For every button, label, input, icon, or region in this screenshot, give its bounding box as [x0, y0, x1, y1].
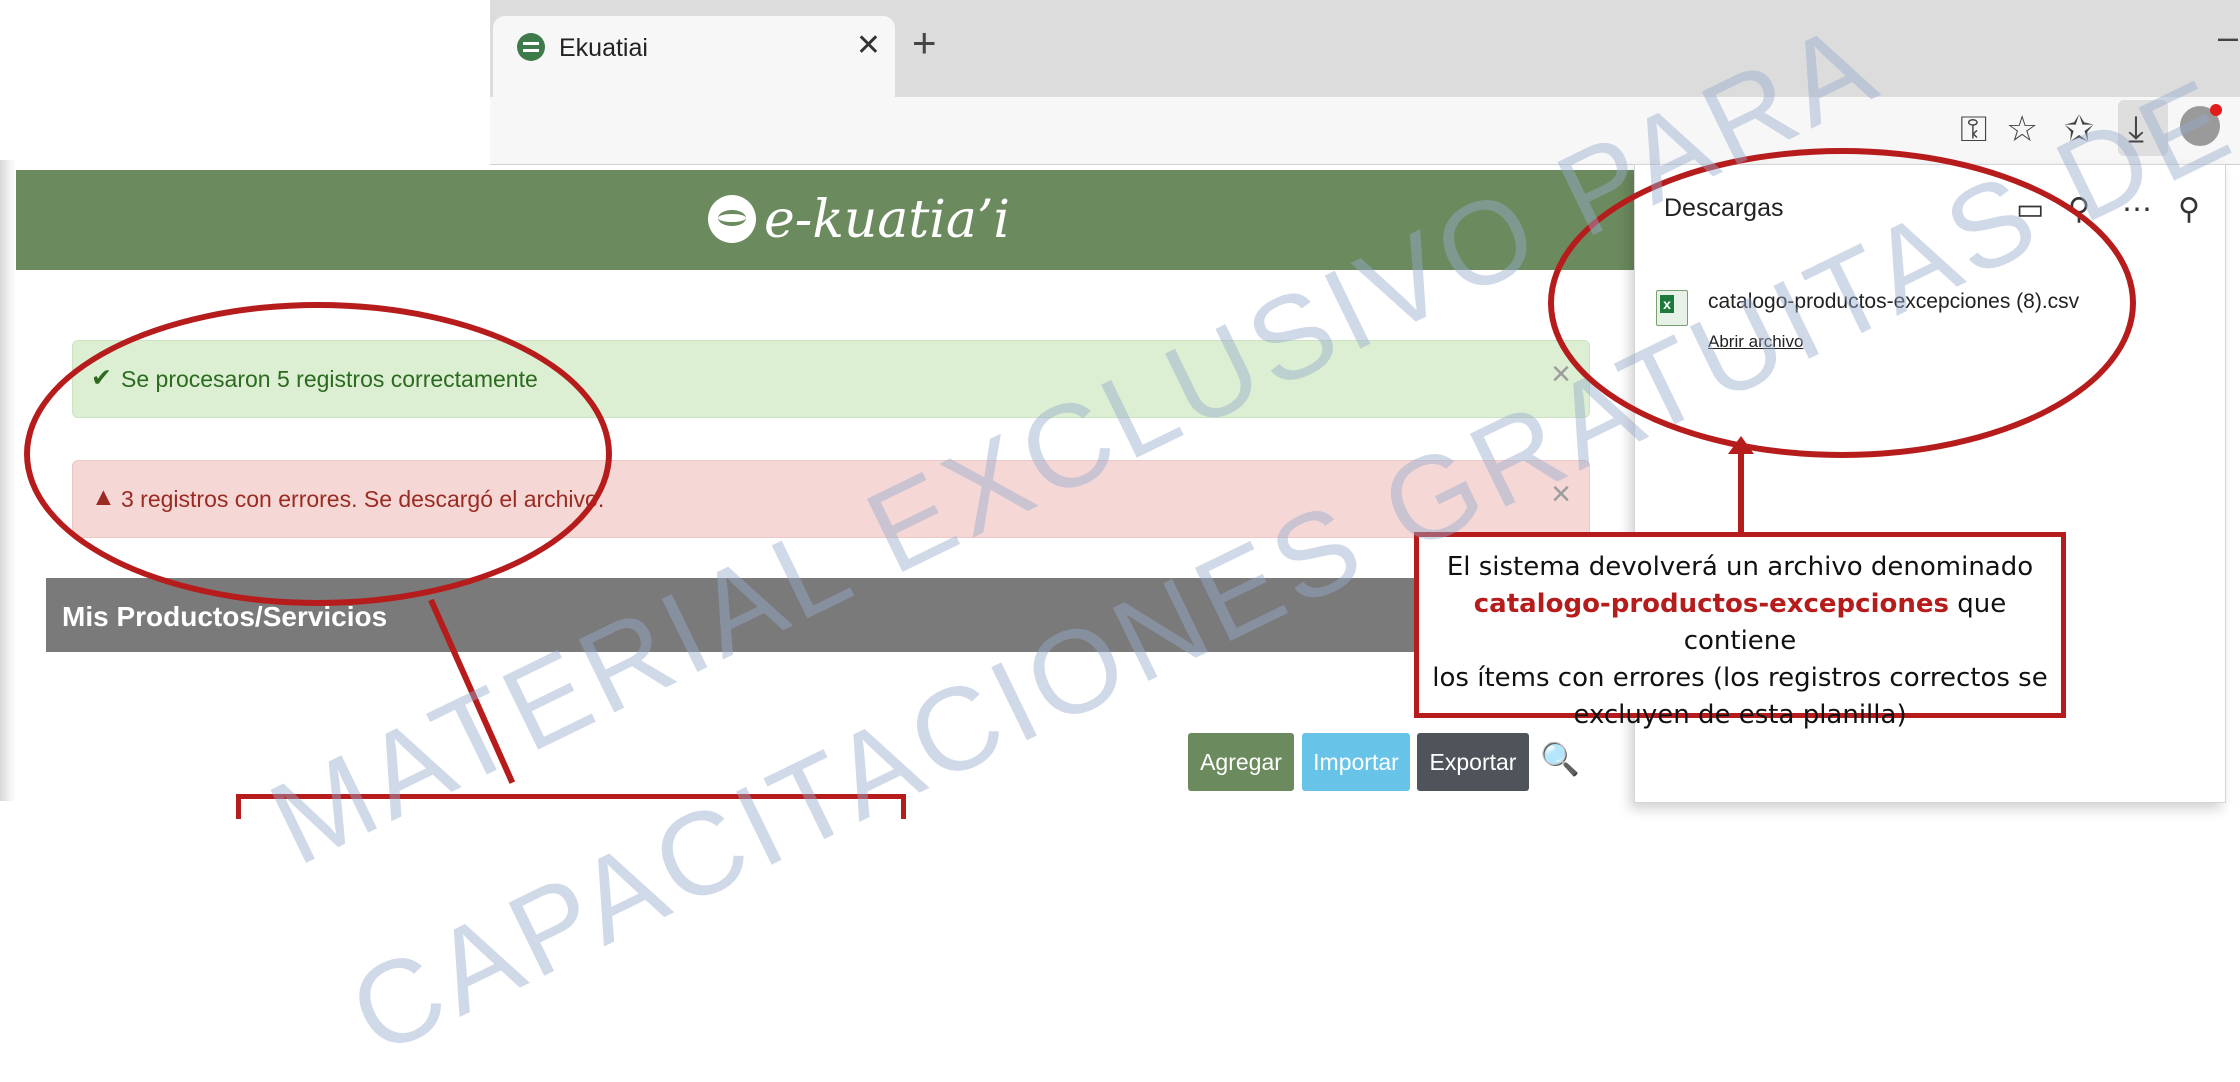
browser-tab[interactable]: Ekuatiai ✕ — [493, 16, 895, 100]
arrow-up-icon — [1728, 436, 1754, 454]
annotation-callout: El sistema devolverá un archivo denomina… — [1414, 532, 2066, 730]
callout-line-1: El sistema devolverá un archivo denomina… — [1446, 552, 2034, 582]
download-icon[interactable]: ⤓ — [2128, 108, 2144, 151]
callout-line-4: excluyen de esta planilla) — [1573, 700, 1907, 730]
site-logo[interactable]: e-kuatia’i — [764, 190, 1010, 250]
star-outline-icon[interactable]: ☆ — [2006, 108, 2038, 150]
favorites-icon[interactable]: ✩ — [2064, 108, 2094, 150]
close-tab-icon[interactable]: ✕ — [856, 28, 881, 63]
callout-highlight: catalogo-productos-excepciones — [1473, 589, 1949, 619]
blank-window-area — [0, 0, 490, 160]
tab-title: Ekuatiai — [559, 34, 648, 62]
panel-title: Mis Productos/Servicios — [62, 601, 388, 632]
minimize-button[interactable]: – — [2218, 16, 2238, 58]
add-button[interactable]: Agregar — [1188, 733, 1294, 791]
close-error-alert[interactable]: × — [1551, 475, 1571, 514]
profile-icon[interactable] — [2180, 104, 2222, 146]
favicon-icon — [517, 33, 545, 61]
annotation-connector — [1738, 442, 1744, 532]
more-options-icon[interactable]: ⋯ — [2122, 192, 2152, 227]
close-success-alert[interactable]: × — [1551, 355, 1571, 394]
annotation-ellipse-alerts — [24, 302, 612, 606]
export-button[interactable]: Exportar — [1417, 733, 1529, 791]
callout-line-3: los ítems con errores (los registros cor… — [1432, 663, 2048, 693]
pin-icon[interactable]: ⚲ — [2178, 192, 2200, 227]
key-icon[interactable]: ⚿ — [1960, 108, 1987, 151]
import-button[interactable]: Importar — [1302, 733, 1410, 791]
annotation-ellipse-download — [1548, 148, 2136, 458]
annotation-box-bottom — [236, 794, 906, 819]
new-tab-button[interactable]: + — [912, 22, 937, 64]
logo-icon — [708, 195, 756, 243]
zoom-icon[interactable]: 🔍 — [1540, 740, 1580, 778]
